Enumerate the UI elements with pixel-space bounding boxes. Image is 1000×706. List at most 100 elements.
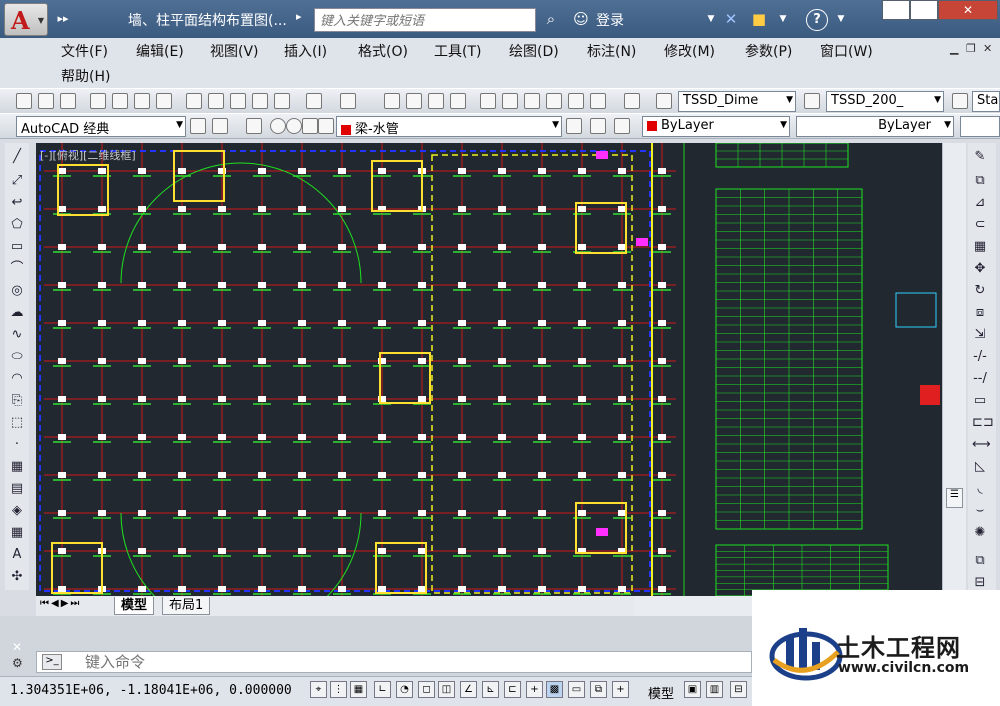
markup-icon[interactable] <box>568 93 584 109</box>
redo-icon[interactable] <box>340 93 356 109</box>
annotation-scale-icon[interactable]: ⊟ <box>730 681 747 698</box>
polyline-icon[interactable]: ↩ <box>9 195 25 211</box>
menu-help[interactable]: 帮助(H) <box>61 66 110 86</box>
insert-block-icon[interactable]: ⎘ <box>9 393 25 409</box>
toolbar-help-icon[interactable] <box>624 93 640 109</box>
transparency-icon[interactable]: ▩ <box>546 681 563 698</box>
tab-model[interactable]: 模型 <box>114 597 155 615</box>
mirror-icon[interactable]: ⊿ <box>972 195 988 211</box>
sun-icon[interactable] <box>286 118 302 134</box>
coordinates-readout[interactable]: 1.304351E+06, -1.18041E+06, 0.000000 <box>10 683 292 698</box>
zoom-previous-icon[interactable] <box>450 93 466 109</box>
dim-style-select[interactable]: TSSD_200_ ▼ <box>826 91 944 112</box>
layer-previous-icon[interactable] <box>590 118 606 134</box>
lineweight-icon[interactable]: + <box>526 681 543 698</box>
make-block-icon[interactable]: ⬚ <box>9 415 25 431</box>
workspace-lock-icon[interactable] <box>212 118 228 134</box>
scroll-thumb[interactable]: ☰ <box>946 488 963 508</box>
layer-state-icon[interactable] <box>614 118 630 134</box>
open-icon[interactable] <box>38 93 54 109</box>
design-center-icon[interactable] <box>502 93 518 109</box>
doc-close-icon[interactable]: ✕ <box>983 42 992 55</box>
revision-cloud-icon[interactable]: ☁ <box>9 305 25 321</box>
customize-icon[interactable]: ⚙ <box>12 656 23 670</box>
menu-file[interactable]: 文件(F) <box>61 41 108 61</box>
drawing-canvas[interactable]: [-][俯视][二维线框] <box>36 143 942 596</box>
otrack-icon[interactable]: ∠ <box>460 681 477 698</box>
mtext-icon[interactable]: A <box>9 547 25 563</box>
title-expand-icon[interactable]: ▸ <box>296 10 302 23</box>
ellipse-icon[interactable]: ⬭ <box>9 349 25 365</box>
explode-icon[interactable]: ✺ <box>972 525 988 541</box>
cut-icon[interactable] <box>186 93 202 109</box>
circle-icon[interactable]: ◎ <box>9 283 25 299</box>
quick-access-expand-icon[interactable]: ▸▸ <box>52 9 74 29</box>
doc-restore-icon[interactable]: ❐ <box>966 42 976 55</box>
close-command-icon[interactable]: ✕ <box>12 640 22 654</box>
viewport-label[interactable]: [-][俯视][二维线框] <box>40 147 136 163</box>
draworder-icon[interactable]: ⧉ <box>972 553 988 569</box>
point-icon[interactable]: · <box>9 437 25 453</box>
snap-icon[interactable]: ⋮ <box>330 681 347 698</box>
arc-icon[interactable]: ⌒ <box>9 261 25 277</box>
menu-dimension[interactable]: 标注(N) <box>587 41 636 61</box>
menu-window[interactable]: 窗口(W) <box>820 41 873 61</box>
gradient-icon[interactable]: ▤ <box>9 481 25 497</box>
layer-select[interactable]: 梁-水管 ▼ <box>336 116 562 137</box>
zoom-window-icon[interactable] <box>428 93 444 109</box>
fillet-icon[interactable]: ◟ <box>972 481 988 497</box>
tab-layout1[interactable]: 布局1 <box>162 597 211 615</box>
menu-format[interactable]: 格式(O) <box>358 41 408 61</box>
polygon-icon[interactable]: ⬠ <box>9 217 25 233</box>
3dosnap-icon[interactable]: ◫ <box>438 681 455 698</box>
table-icon[interactable]: ▦ <box>9 525 25 541</box>
new-icon[interactable] <box>16 93 32 109</box>
menu-edit[interactable]: 编辑(E) <box>136 41 184 61</box>
trim-icon[interactable]: -/- <box>972 349 988 365</box>
spline-icon[interactable]: ∿ <box>9 327 25 343</box>
command-input[interactable] <box>36 651 752 673</box>
publish-icon[interactable] <box>134 93 150 109</box>
lineweight-select[interactable] <box>960 116 1000 137</box>
unlock-icon[interactable] <box>318 118 334 134</box>
break-icon[interactable]: ⊏⊐ <box>972 415 994 431</box>
menu-modify[interactable]: 修改(M) <box>664 41 715 61</box>
undo-icon[interactable] <box>306 93 322 109</box>
rotate-icon[interactable]: ↻ <box>972 283 988 299</box>
copy-object-icon[interactable]: ⧉ <box>972 173 988 189</box>
color-select[interactable]: ByLayer ▼ <box>642 116 790 137</box>
quick-properties-icon[interactable]: ▭ <box>568 681 585 698</box>
model-space-label[interactable]: 模型 <box>648 683 674 702</box>
linetype-select[interactable]: ByLayer ▼ <box>796 116 954 137</box>
exchange-icon[interactable]: ✕ <box>720 9 742 29</box>
erase-icon[interactable]: ✎ <box>972 149 988 165</box>
grid-icon[interactable]: ▦ <box>350 681 367 698</box>
blend-icon[interactable]: ⌣ <box>972 503 988 519</box>
quick-view-drawings-icon[interactable]: ▥ <box>706 681 723 698</box>
paste-block-icon[interactable] <box>252 93 268 109</box>
workspace-settings-icon[interactable] <box>190 118 206 134</box>
lock-icon[interactable]: ■ <box>748 9 770 29</box>
ortho-icon[interactable]: ∟ <box>374 681 391 698</box>
offset-icon[interactable]: ⊂ <box>972 217 988 233</box>
table-style-select[interactable]: Sta <box>972 91 1000 112</box>
infer-icon[interactable]: ⌖ <box>310 681 327 698</box>
table-style-icon[interactable] <box>952 93 968 109</box>
line-icon[interactable]: ╱ <box>9 149 25 165</box>
app-dropdown-icon[interactable]: ▼ <box>772 9 794 29</box>
rectangle-icon[interactable]: ▭ <box>9 239 25 255</box>
quickcalc-icon[interactable] <box>590 93 606 109</box>
tool-palettes-icon[interactable] <box>524 93 540 109</box>
scale-icon[interactable]: ⧈ <box>972 305 988 321</box>
region-icon[interactable]: ◈ <box>9 503 25 519</box>
osnap-icon[interactable]: ◻ <box>418 681 435 698</box>
tab-navigation-icon[interactable]: ⏮◀▶⏭ <box>40 598 81 609</box>
maximize-button[interactable]: □ <box>910 0 938 20</box>
save-icon[interactable] <box>60 93 76 109</box>
properties-icon[interactable] <box>480 93 496 109</box>
login-link[interactable]: 登录 <box>596 10 624 30</box>
join-icon[interactable]: ⟷ <box>972 437 991 453</box>
menu-tools[interactable]: 工具(T) <box>434 41 481 61</box>
stretch-icon[interactable]: ⇲ <box>972 327 988 343</box>
menu-parameters[interactable]: 参数(P) <box>745 41 792 61</box>
